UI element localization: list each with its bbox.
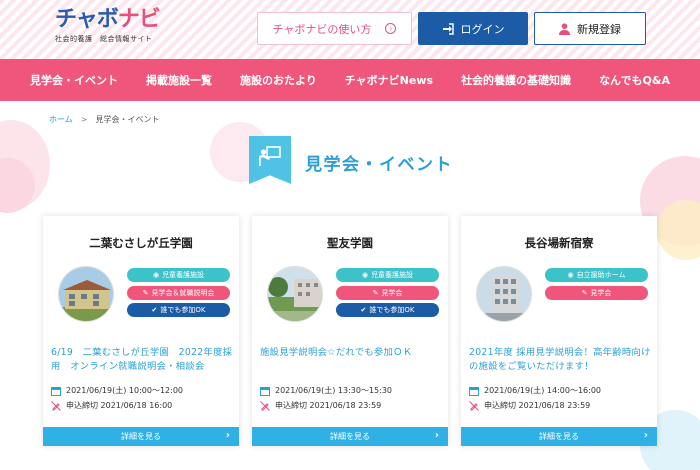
details-label: 詳細を見る [539,432,579,441]
event-date: 2021/06/19(土) 14:00～16:00 [469,385,601,396]
signup-button[interactable]: 新規登録 [534,12,646,45]
details-button[interactable]: 詳細を見る › [43,427,239,446]
nav-item-qa[interactable]: なんでもQ&A [585,72,684,88]
tag-event-type: ✎ 見学会＆就職説明会 [127,285,230,300]
event-title-link[interactable]: 6/19 二葉むさしが丘学園 2022年度採用 オンライン就職説明会・相談会 [51,346,233,374]
signup-label: 新規登録 [577,22,621,36]
nav-item-letters[interactable]: 施設のおたより [226,72,331,88]
tag-event-type: ✎ 見学会 [336,285,439,300]
event-date-text: 2021/06/19(土) 10:00～12:00 [66,386,184,395]
site-logo[interactable]: チャボナビ 社会的養護 総合情報サイト [55,7,161,44]
event-deadline-text: 申込締切 2021/06/18 16:00 [66,401,173,410]
logo-text-part1: チャボ [55,7,119,32]
nav-item-news[interactable]: チャボナビNews [331,72,447,88]
breadcrumb-home[interactable]: ホーム [49,115,73,124]
calendar-icon [260,386,270,396]
user-icon [559,22,570,35]
chevron-right-icon: › [434,430,439,441]
details-label: 詳細を見る [330,432,370,441]
login-button[interactable]: ログイン [418,12,528,45]
presentation-icon [249,136,291,184]
event-deadline: 申込締切 2021/06/18 16:00 [51,400,172,411]
no-pencil-icon [469,400,479,411]
facility-name: 長谷場新宿寮 [524,236,594,250]
event-deadline: 申込締切 2021/06/18 23:59 [260,400,381,411]
nav-item-basics[interactable]: 社会的養護の基礎知識 [447,72,585,88]
tag-event-type: ✎ 見学会 [545,285,648,300]
event-card: 長谷場新宿寮 ◉ 自立援助ホーム ✎ 見学会 2021年度 採用見学説明会！高年齢時… [461,216,657,446]
tag-label: 誰でも参加OK [160,306,206,314]
event-date-text: 2021/06/19(土) 13:30～15:30 [275,386,393,395]
event-card: 二葉むさしが丘学園 ◉ 児童養護施設 ✎ 見学会＆就職説明会 ✔ 誰でも参加OK 6/… [43,216,239,446]
event-deadline-text: 申込締切 2021/06/18 23:59 [484,401,591,410]
tag-list: ◉ 児童養護施設 ✎ 見学会＆就職説明会 ✔ 誰でも参加OK [127,268,230,321]
login-icon [442,22,454,35]
breadcrumb-separator: > [80,115,88,124]
pencil-icon: ✎ [372,288,379,297]
event-date: 2021/06/19(土) 10:00～12:00 [51,385,183,396]
tag-label: 児童養護施設 [162,271,205,279]
facility-photo [58,266,114,322]
pencil-icon: ✎ [142,288,149,297]
no-pencil-icon [51,400,61,411]
details-button[interactable]: 詳細を見る › [461,427,657,446]
tag-label: 見学会＆就職説明会 [151,288,215,297]
eye-icon: ◉ [361,271,369,279]
event-date: 2021/06/19(土) 13:30～15:30 [260,385,392,396]
login-label: ログイン [460,22,505,36]
main-nav: 見学会・イベント 掲載施設一覧 施設のおたより チャボナビNews 社会的養護の… [0,59,700,101]
tag-label: 誰でも参加OK [369,306,415,314]
details-label: 詳細を見る [121,432,161,441]
check-icon: ✔ [151,306,158,314]
nav-item-facilities[interactable]: 掲載施設一覧 [132,72,226,88]
howto-label: チャボナビの使い方 [272,22,372,36]
event-title-link[interactable]: 施設見学説明会☆だれでも参加ＯＫ [260,346,442,360]
breadcrumb-current: 見学会・イベント [95,115,160,124]
tag-label: 児童養護施設 [371,271,414,279]
facility-name: 聖友学園 [327,236,373,250]
eye-icon: ◉ [567,271,574,279]
tag-facility-type: ◉ 児童養護施設 [336,268,439,282]
event-date-text: 2021/06/19(土) 14:00～16:00 [484,386,602,395]
check-icon: ✔ [360,306,367,314]
event-deadline: 申込締切 2021/06/18 23:59 [469,400,590,411]
nav-item-events[interactable]: 見学会・イベント [16,72,132,88]
tag-label: 見学会 [381,288,403,297]
calendar-icon [469,386,479,396]
arrow-circle-icon: › [385,23,397,34]
tag-open-to-all: ✔ 誰でも参加OK [336,303,439,317]
logo-text-part2: ナビ [117,7,161,32]
details-button[interactable]: 詳細を見る › [252,427,448,446]
chevron-right-icon: › [225,430,230,441]
site-header: チャボナビ 社会的養護 総合情報サイト チャボナビの使い方 › ログイン 新規登… [0,0,700,59]
tag-list: ◉ 自立援助ホーム ✎ 見学会 [545,268,648,303]
pencil-icon: ✎ [581,288,588,297]
facility-name: 二葉むさしが丘学園 [89,236,193,250]
event-title-link[interactable]: 2021年度 採用見学説明会！高年齢時向けの施設をご覧いただけます！ [469,346,651,374]
tag-label: 自立援助ホーム [576,271,626,279]
logo-subtitle: 社会的養護 総合情報サイト [55,35,153,43]
facility-photo [476,266,532,322]
facility-photo [267,266,323,322]
event-deadline-text: 申込締切 2021/06/18 23:59 [275,401,382,410]
eye-icon: ◉ [152,271,160,279]
tag-open-to-all: ✔ 誰でも参加OK [127,303,230,317]
event-card: 聖友学園 ◉ 児童養護施設 ✎ 見学会 ✔ 誰でも参加OK 施設見学説明会☆だれでも参… [252,216,448,446]
tag-label: 見学会 [590,288,612,297]
tag-facility-type: ◉ 自立援助ホーム [545,268,648,282]
tag-list: ◉ 児童養護施設 ✎ 見学会 ✔ 誰でも参加OK [336,268,439,321]
howto-button[interactable]: チャボナビの使い方 › [257,12,412,45]
tag-facility-type: ◉ 児童養護施設 [127,268,230,282]
no-pencil-icon [260,400,270,411]
page-title: 見学会・イベント [305,155,453,175]
calendar-icon [51,386,61,396]
breadcrumb: ホーム > 見学会・イベント [49,114,159,125]
chevron-right-icon: › [643,430,648,441]
